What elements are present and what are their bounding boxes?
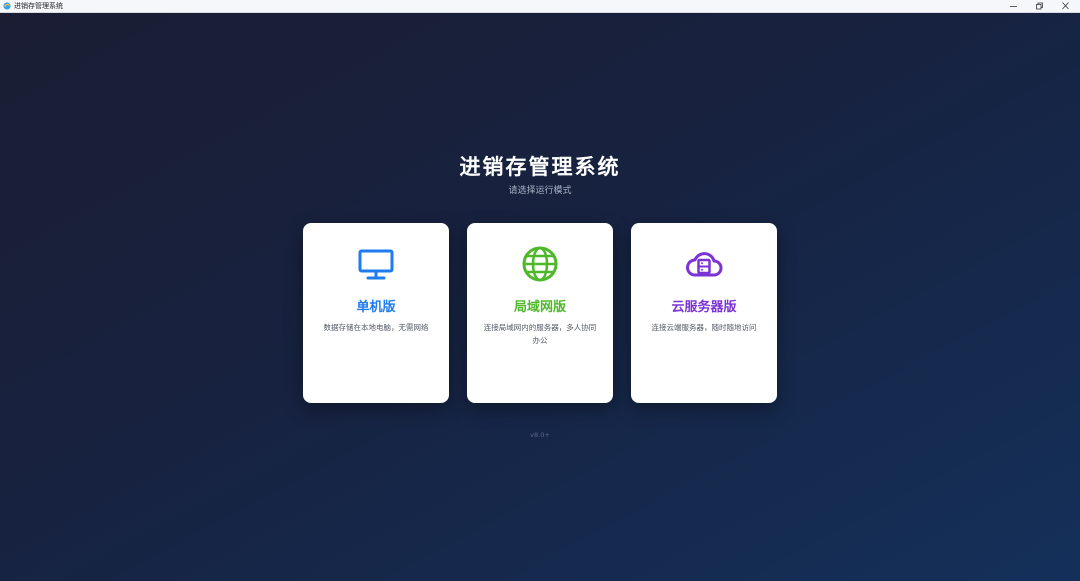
mode-card-lan[interactable]: 局域网版 连接局域网内的服务器，多人协同办公 bbox=[467, 223, 613, 403]
mode-description-lan: 连接局域网内的服务器，多人协同办公 bbox=[483, 323, 597, 345]
restore-icon bbox=[1036, 2, 1043, 10]
globe-icon bbox=[522, 246, 558, 282]
mode-title-standalone: 单机版 bbox=[356, 300, 396, 315]
close-icon bbox=[1062, 2, 1069, 10]
page-title: 进销存管理系统 bbox=[459, 155, 621, 179]
version-label: v8.0+ bbox=[530, 431, 550, 439]
minimize-icon bbox=[1010, 6, 1017, 7]
window-title: 进销存管理系统 bbox=[14, 2, 63, 10]
title-bar[interactable]: 进销存管理系统 bbox=[0, 0, 1080, 13]
mode-selection-screen: 进销存管理系统 请选择运行模式 单机版 数据存储在本地电脑，无需网络 局域网版 … bbox=[0, 13, 1080, 581]
mode-card-standalone[interactable]: 单机版 数据存储在本地电脑，无需网络 bbox=[303, 223, 449, 403]
cloud-server-icon bbox=[686, 252, 723, 277]
minimize-button[interactable] bbox=[1001, 0, 1027, 12]
app-logo-icon bbox=[3, 2, 11, 10]
mode-description-cloud: 连接云端服务器，随时随地访问 bbox=[651, 323, 757, 332]
mode-title-cloud: 云服务器版 bbox=[671, 300, 737, 315]
maximize-button[interactable] bbox=[1027, 0, 1053, 12]
app-window: 进销存管理系统 进销存管理系统 请选择运行模式 单机版 数据存储在本地电脑，无需… bbox=[0, 0, 1080, 581]
monitor-icon bbox=[358, 249, 394, 280]
page-subtitle: 请选择运行模式 bbox=[508, 186, 572, 196]
mode-description-standalone: 数据存储在本地电脑，无需网络 bbox=[323, 323, 429, 332]
mode-card-cloud[interactable]: 云服务器版 连接云端服务器，随时随地访问 bbox=[631, 223, 777, 403]
mode-title-lan: 局域网版 bbox=[513, 300, 566, 315]
close-button[interactable] bbox=[1053, 0, 1079, 12]
